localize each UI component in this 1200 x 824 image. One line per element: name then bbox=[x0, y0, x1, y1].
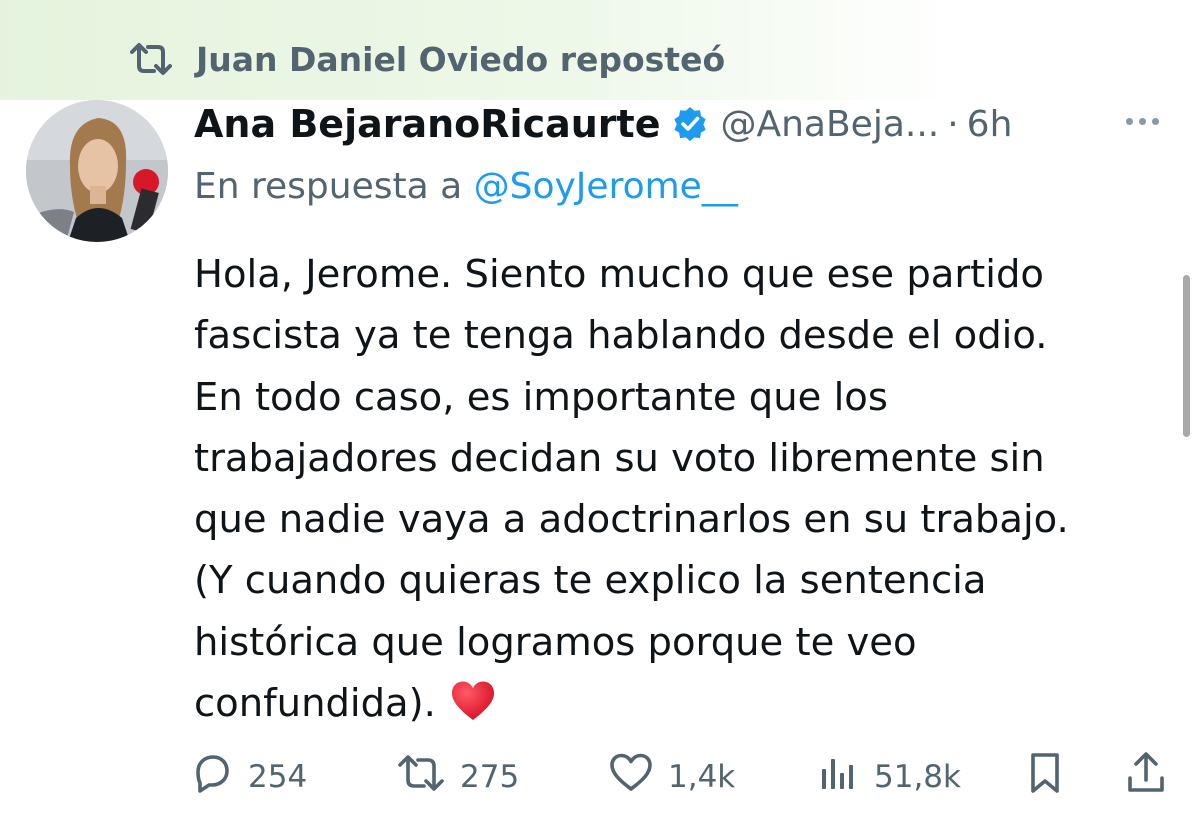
tweet-line-last: confundida). bbox=[194, 673, 1174, 740]
like-count: 1,4k bbox=[668, 759, 736, 795]
repost-icon bbox=[128, 42, 174, 76]
tweet-line: histórica que logramos porque te veo bbox=[194, 619, 917, 665]
verified-badge-icon[interactable] bbox=[672, 106, 708, 142]
author-avatar[interactable] bbox=[26, 100, 168, 242]
bookmark-button[interactable] bbox=[1025, 752, 1065, 802]
tweet-line: (Y cuando quieras te explico la sentenci… bbox=[194, 558, 987, 604]
more-options-icon[interactable] bbox=[1126, 118, 1159, 125]
reply-mention-link[interactable]: @SoyJerome__ bbox=[474, 166, 738, 207]
author-handle[interactable]: @AnaBeja... bbox=[720, 104, 939, 145]
repost-count: 275 bbox=[460, 759, 520, 795]
share-icon bbox=[1124, 750, 1168, 804]
author-name[interactable]: Ana BejaranoRicaurte bbox=[194, 102, 660, 146]
tweet-line: que nadie vaya a adoctrinarlos en su tra… bbox=[194, 497, 1069, 543]
share-button[interactable] bbox=[1124, 752, 1168, 802]
reply-context: En respuesta a @SoyJerome__ bbox=[194, 166, 738, 207]
reply-prefix: En respuesta a bbox=[194, 166, 463, 207]
tweet-text: Hola, Jerome. Siento mucho que ese parti… bbox=[194, 244, 1174, 740]
tweet-line: confundida). bbox=[194, 681, 436, 727]
bookmark-icon bbox=[1025, 751, 1065, 803]
tweet-actions-bar: 254 275 1,4k 51,8k bbox=[190, 752, 1170, 802]
tweet-line: Hola, Jerome. Siento mucho que ese parti… bbox=[194, 252, 1044, 297]
views-count: 51,8k bbox=[874, 759, 961, 795]
repost-context[interactable]: Juan Daniel Oviedo reposteó bbox=[128, 34, 725, 84]
views-button[interactable]: 51,8k bbox=[816, 752, 961, 802]
tweet-line: En todo caso, es importante que los bbox=[194, 374, 888, 420]
reply-count: 254 bbox=[248, 759, 308, 795]
reply-icon bbox=[190, 751, 234, 803]
views-chart-icon bbox=[816, 751, 860, 803]
heart-icon bbox=[608, 752, 654, 802]
repost-action-icon bbox=[396, 753, 446, 801]
red-heart-emoji bbox=[450, 679, 496, 740]
like-button[interactable]: 1,4k bbox=[608, 752, 735, 802]
reply-button[interactable]: 254 bbox=[190, 752, 307, 802]
tweet-header: Ana BejaranoRicaurte @AnaBeja... · 6h bbox=[194, 96, 1184, 152]
tweet-line: fascista ya te tenga hablando desde el o… bbox=[194, 313, 1048, 359]
repost-label[interactable]: Juan Daniel Oviedo reposteó bbox=[196, 40, 725, 79]
tweet-timestamp[interactable]: 6h bbox=[967, 104, 1013, 145]
separator-dot: · bbox=[947, 103, 959, 145]
tweet-line: trabajadores decidan su voto libremente … bbox=[194, 435, 1045, 481]
scrollbar-thumb[interactable] bbox=[1183, 275, 1190, 437]
repost-button[interactable]: 275 bbox=[396, 752, 519, 802]
